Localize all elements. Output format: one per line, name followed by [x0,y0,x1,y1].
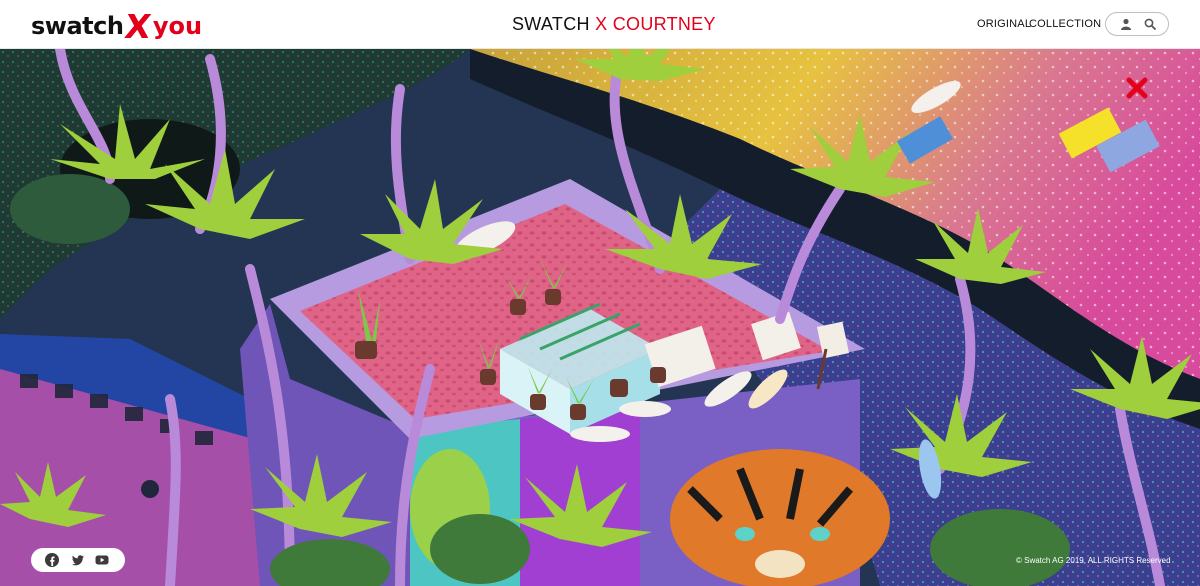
top-bar: swatch X you SWATCH X COURTNEY ORIGINAL … [0,0,1200,49]
search-icon[interactable] [1144,18,1156,30]
facebook-icon[interactable] [45,553,59,567]
account-search-pill [1105,12,1169,36]
tiger-mural [670,449,890,586]
social-links [31,548,125,572]
swatch-x-you-logo[interactable]: swatch X you [31,7,203,46]
page-title: SWATCH X COURTNEY [512,14,716,35]
hero-illustration [0,49,1200,586]
twitter-icon[interactable] [71,553,85,567]
page-title-brand: SWATCH [512,14,590,34]
copyright-text: © Swatch AG 2019, ALL RIGHTS Reserved [1016,556,1171,565]
logo-swatch-text: swatch [31,12,124,40]
page-title-artist: X COURTNEY [595,14,716,34]
jungle-rooftop-artwork [0,49,1200,586]
close-icon[interactable] [1126,77,1148,99]
youtube-icon[interactable] [95,553,109,567]
logo-you-text: you [152,12,203,40]
nav-original-link[interactable]: ORIGINAL [977,18,1031,30]
user-icon[interactable] [1120,18,1132,30]
nav-collection-link[interactable]: COLLECTION [1029,18,1101,30]
logo-x-text: X [122,7,154,46]
